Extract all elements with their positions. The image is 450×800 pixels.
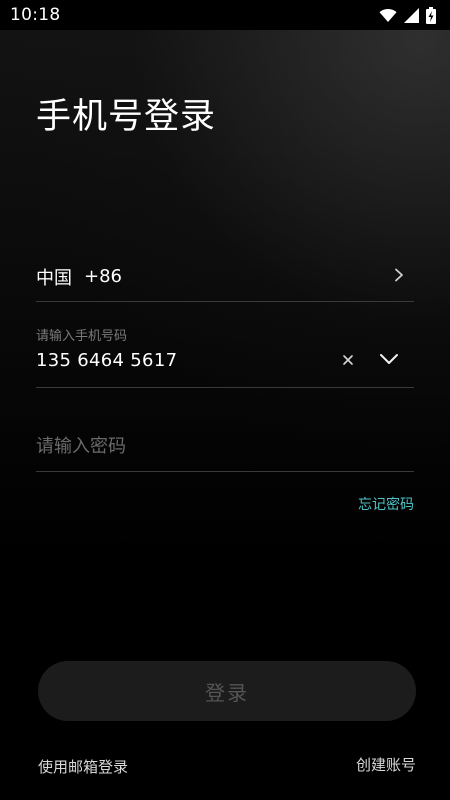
phone-label: 请输入手机号码 [36,329,128,344]
status-icons [379,6,436,24]
login-screen: 10:18 手机号登录 中国 +86 请输入手机号码 135 6464 5617… [0,0,450,800]
login-button[interactable]: 登录 [38,661,416,721]
password-field[interactable] [36,420,414,472]
cellular-signal-icon [404,7,419,23]
password-input[interactable] [36,426,414,466]
create-account-link[interactable]: 创建账号 [356,754,416,775]
wifi-icon [379,8,397,23]
close-icon[interactable] [340,350,356,370]
phone-field[interactable]: 请输入手机号码 135 6464 5617 [36,322,414,388]
status-bar: 10:18 [0,0,450,30]
battery-charging-icon [426,6,436,24]
country-info: 中国 +86 [36,264,122,290]
country-code: +86 [84,266,122,287]
page-title: 手机号登录 [36,97,217,137]
status-time: 10:18 [10,5,61,25]
email-login-link[interactable]: 使用邮箱登录 [38,756,128,777]
country-name: 中国 [36,267,72,289]
chevron-down-icon[interactable] [378,348,400,370]
country-selector[interactable]: 中国 +86 [36,252,414,302]
forgot-password-link[interactable]: 忘记密码 [358,494,414,514]
chevron-right-icon [394,267,404,286]
phone-input[interactable]: 135 6464 5617 [36,350,177,371]
